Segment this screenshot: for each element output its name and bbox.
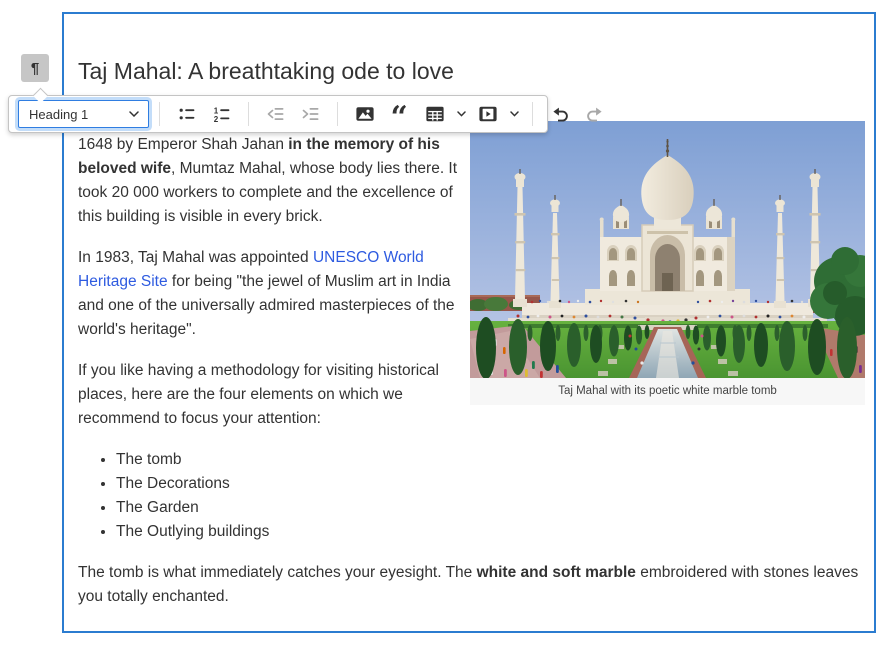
insert-media-button[interactable]	[471, 100, 504, 128]
redo-icon	[585, 104, 605, 124]
editor-balloon-toolbar: Heading 1 12 “	[8, 95, 548, 133]
block-quote-button[interactable]: “	[383, 100, 416, 128]
list-item[interactable]: The Outlying buildings	[116, 520, 462, 544]
heading-dropdown[interactable]: Heading 1	[18, 100, 149, 128]
heading-dropdown-label: Heading 1	[29, 107, 88, 122]
bulleted-list: The tomb The Decorations The Garden The …	[78, 448, 462, 544]
toolbar-separator	[248, 102, 249, 126]
bulleted-list-icon	[177, 104, 197, 124]
paragraph-2[interactable]: In 1983, Taj Mahal was appointed UNESCO …	[78, 246, 462, 342]
taj-mahal-photo	[470, 121, 865, 378]
image-icon	[355, 104, 375, 124]
p4-text: The tomb is what immediately catches you…	[78, 564, 477, 581]
p2-text: In 1983, Taj Mahal was appointed	[78, 249, 313, 266]
text-column: 1648 by Emperor Shah Jahan in the memory…	[78, 133, 462, 544]
bulleted-list-button[interactable]	[170, 100, 203, 128]
chevron-down-icon	[457, 111, 466, 117]
list-item[interactable]: The tomb	[116, 448, 462, 472]
insert-table-button[interactable]	[418, 100, 451, 128]
p1-text: 1648 by Emperor Shah Jahan	[78, 136, 288, 153]
chevron-down-icon	[129, 111, 139, 117]
toolbar-separator	[532, 102, 533, 126]
insert-image-button[interactable]	[348, 100, 381, 128]
indent-icon	[301, 104, 321, 124]
svg-text:2: 2	[213, 115, 218, 124]
indent-button[interactable]	[294, 100, 327, 128]
numbered-list-button[interactable]: 12	[205, 100, 238, 128]
paragraph-1[interactable]: 1648 by Emperor Shah Jahan in the memory…	[78, 133, 462, 229]
table-dropdown-arrow[interactable]	[453, 100, 469, 128]
document-heading[interactable]: Taj Mahal: A breathtaking ode to love	[78, 58, 865, 84]
image-caption[interactable]: Taj Mahal with its poetic white marble t…	[470, 378, 865, 405]
outdent-icon	[266, 104, 286, 124]
list-item[interactable]: The Garden	[116, 496, 462, 520]
toolbar-separator	[337, 102, 338, 126]
list-item[interactable]: The Decorations	[116, 472, 462, 496]
table-icon	[425, 104, 445, 124]
redo-button[interactable]	[578, 100, 611, 128]
outdent-button[interactable]	[259, 100, 292, 128]
svg-text:“: “	[390, 104, 407, 124]
media-embed-icon	[478, 104, 498, 124]
image-widget[interactable]: Taj Mahal with its poetic white marble t…	[470, 121, 865, 405]
paragraph-4[interactable]: The tomb is what immediately catches you…	[78, 561, 865, 609]
toolbar-separator	[159, 102, 160, 126]
paragraph-3[interactable]: If you like having a methodology for vis…	[78, 359, 462, 431]
media-dropdown-arrow[interactable]	[506, 100, 522, 128]
undo-button[interactable]	[543, 100, 576, 128]
block-quote-icon: “	[390, 104, 410, 124]
numbered-list-icon: 12	[212, 104, 232, 124]
chevron-down-icon	[510, 111, 519, 117]
paragraph-block-toolbar-button[interactable]: ¶	[21, 54, 49, 82]
p4-bold: white and soft marble	[477, 564, 636, 581]
page-canvas: Taj Mahal: A breathtaking ode to love	[0, 0, 890, 647]
undo-icon	[550, 104, 570, 124]
